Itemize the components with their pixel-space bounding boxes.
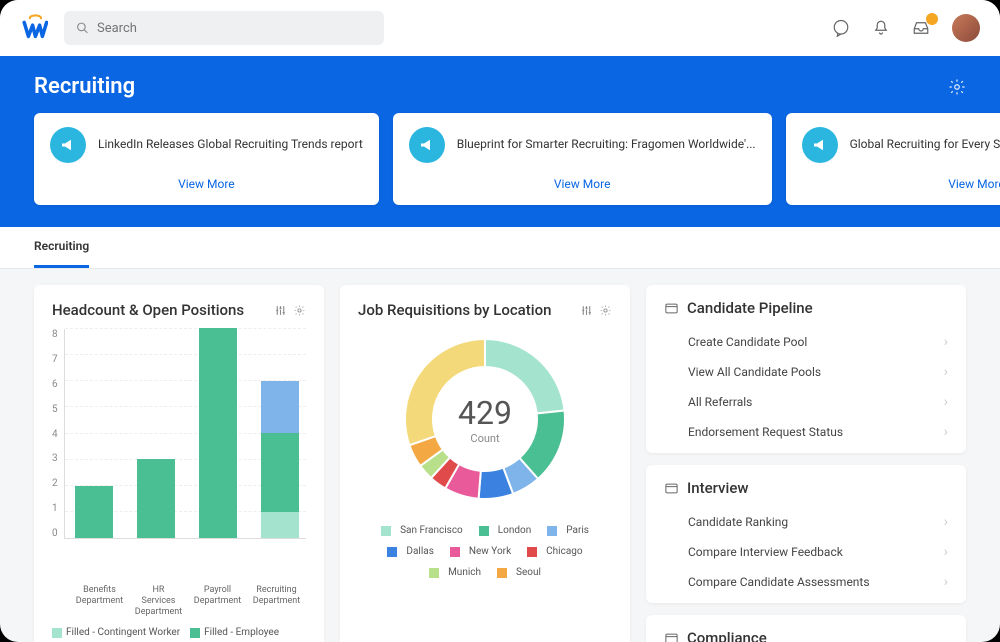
search-input[interactable] xyxy=(97,21,372,36)
chevron-right-icon: › xyxy=(944,544,948,560)
search-icon xyxy=(76,21,89,35)
donut-chart: 429 Count xyxy=(395,329,575,509)
panel-interview: Interview Candidate Ranking›Compare Inte… xyxy=(646,465,966,603)
bell-icon[interactable] xyxy=(872,19,890,37)
list-item[interactable]: All Referrals› xyxy=(664,387,948,417)
chevron-right-icon: › xyxy=(944,364,948,380)
panel-title: Headcount & Open Positions xyxy=(52,301,244,319)
list-item[interactable]: Candidate Ranking› xyxy=(664,507,948,537)
view-more-link[interactable]: View More xyxy=(409,173,756,195)
section-title: Candidate Pipeline xyxy=(687,299,813,317)
window-icon xyxy=(664,301,679,316)
chat-icon[interactable] xyxy=(832,19,850,37)
legend-item[interactable]: Seoul xyxy=(497,567,541,578)
news-row: LinkedIn Releases Global Recruiting Tren… xyxy=(34,113,966,205)
hero-banner: Recruiting LinkedIn Releases Global Recr… xyxy=(0,56,1000,227)
legend-item[interactable]: Dallas xyxy=(387,546,433,557)
panel-compliance: Compliance Candidate Flow›Candidate Flow… xyxy=(646,615,966,642)
bar-segment[interactable] xyxy=(261,381,299,434)
chevron-right-icon: › xyxy=(944,574,948,590)
bar-segment[interactable] xyxy=(199,328,237,538)
news-card: LinkedIn Releases Global Recruiting Tren… xyxy=(34,113,379,205)
bar-group xyxy=(75,486,113,539)
news-title: Blueprint for Smarter Recruiting: Fragom… xyxy=(457,137,756,153)
news-title: Global Recruiting for Every Season: How … xyxy=(850,137,1000,153)
app-logo[interactable] xyxy=(20,14,48,42)
view-more-link[interactable]: View More xyxy=(50,173,363,195)
bar-segment[interactable] xyxy=(261,512,299,538)
news-card: Global Recruiting for Every Season: How … xyxy=(786,113,1000,205)
top-bar xyxy=(0,0,1000,56)
legend-item[interactable]: New York xyxy=(450,546,511,557)
inbox-icon[interactable] xyxy=(912,19,930,37)
news-card: Blueprint for Smarter Recruiting: Fragom… xyxy=(393,113,772,205)
panel-title: Job Requisitions by Location xyxy=(358,301,551,319)
chevron-right-icon: › xyxy=(944,394,948,410)
gear-icon[interactable] xyxy=(599,304,612,317)
bar-group xyxy=(137,459,175,538)
inbox-badge xyxy=(926,13,938,25)
settings-icon[interactable] xyxy=(948,78,966,96)
list-item[interactable]: Compare Candidate Assessments› xyxy=(664,567,948,597)
donut-total: 429 xyxy=(458,394,512,432)
panel-headcount: Headcount & Open Positions 876543210 Ben… xyxy=(34,285,324,642)
legend-item[interactable]: San Francisco xyxy=(381,525,463,536)
filter-icon[interactable] xyxy=(274,304,287,317)
news-title: LinkedIn Releases Global Recruiting Tren… xyxy=(98,137,363,153)
list-item[interactable]: Compare Interview Feedback› xyxy=(664,537,948,567)
avatar[interactable] xyxy=(952,14,980,42)
legend-item[interactable]: Paris xyxy=(547,525,589,536)
list-item[interactable]: Create Candidate Pool› xyxy=(664,327,948,357)
tab-recruiting[interactable]: Recruiting xyxy=(34,227,89,268)
bar-chart: 876543210 xyxy=(52,329,306,579)
chevron-right-icon: › xyxy=(944,424,948,440)
x-axis-label: HRServices Department xyxy=(129,585,188,617)
panel-requisitions: Job Requisitions by Location 429 Count S… xyxy=(340,285,630,642)
bar-group xyxy=(199,328,237,538)
legend-item[interactable]: Munich xyxy=(429,567,481,578)
gear-icon[interactable] xyxy=(293,304,306,317)
chevron-right-icon: › xyxy=(944,514,948,530)
page-title: Recruiting xyxy=(34,74,135,99)
legend-item[interactable]: Filled - Contingent Worker xyxy=(52,627,180,638)
search-box[interactable] xyxy=(64,11,384,45)
legend-item[interactable]: London xyxy=(479,525,531,536)
megaphone-icon xyxy=(409,127,445,163)
window-icon xyxy=(664,481,679,496)
legend-item[interactable]: Filled - Employee xyxy=(190,627,279,638)
donut-total-label: Count xyxy=(470,432,499,445)
list-item[interactable]: Endorsement Request Status› xyxy=(664,417,948,447)
window-icon xyxy=(664,631,679,642)
megaphone-icon xyxy=(802,127,838,163)
x-axis-label: RecruitingDepartment xyxy=(247,585,306,617)
list-item[interactable]: View All Candidate Pools› xyxy=(664,357,948,387)
chevron-right-icon: › xyxy=(944,334,948,350)
bar-segment[interactable] xyxy=(75,486,113,539)
bar-segment[interactable] xyxy=(261,433,299,512)
bar-group xyxy=(261,381,299,539)
filter-icon[interactable] xyxy=(580,304,593,317)
megaphone-icon xyxy=(50,127,86,163)
legend-item[interactable]: Chicago xyxy=(527,546,582,557)
x-axis-label: PayrollDepartment xyxy=(188,585,247,617)
x-axis-label: BenefitsDepartment xyxy=(70,585,129,617)
panel-pipeline: Candidate Pipeline Create Candidate Pool… xyxy=(646,285,966,453)
dashboard-content: Headcount & Open Positions 876543210 Ben… xyxy=(0,269,1000,642)
section-title: Compliance xyxy=(687,629,767,642)
tab-bar: Recruiting xyxy=(0,227,1000,269)
section-title: Interview xyxy=(687,479,749,497)
view-more-link[interactable]: View More xyxy=(802,173,1000,195)
bar-segment[interactable] xyxy=(137,459,175,538)
